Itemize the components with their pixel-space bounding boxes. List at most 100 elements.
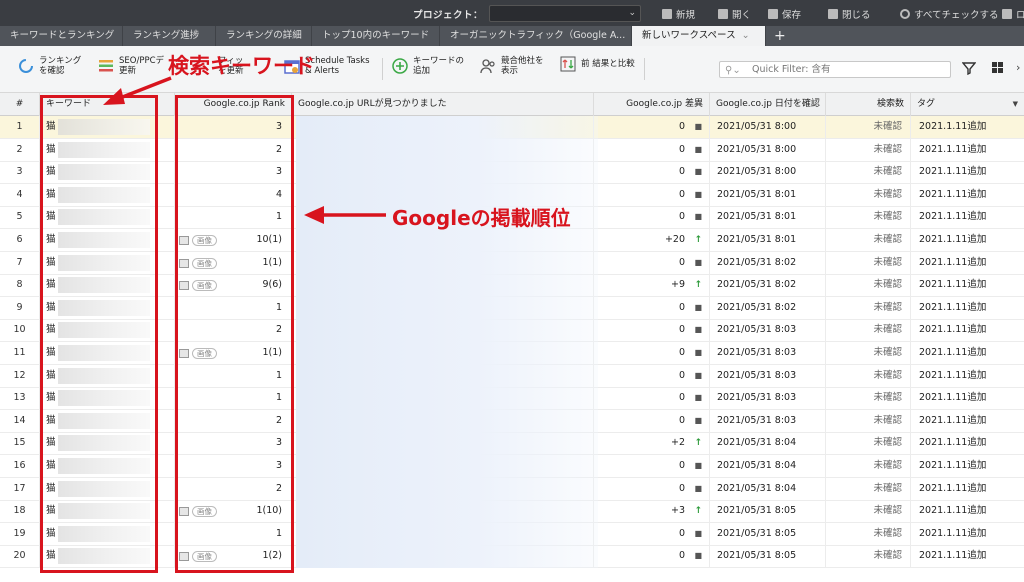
diff-cell[interactable]: 0 ■ [594,455,710,477]
volume-cell[interactable]: 未確認 [826,319,911,342]
tab-top10-keywords[interactable]: トップ10内のキーワード [312,26,440,46]
tag-cell[interactable]: 2021.1.11追加 [911,455,1024,477]
open-button[interactable]: 開く [718,7,751,21]
volume-cell[interactable]: 未確認 [826,296,911,319]
add-keyword-button[interactable]: キーワードの 追加 [392,56,464,76]
volume-cell[interactable]: 未確認 [826,409,911,432]
date-cell[interactable]: 2021/05/31 8:05 [710,545,826,568]
date-cell[interactable]: 2021/05/31 8:01 [710,183,826,206]
tag-cell[interactable]: 2021.1.11追加 [911,387,1024,409]
tag-cell[interactable]: 2021.1.11追加 [911,545,1024,567]
tab-new-workspace[interactable]: 新しいワークスペース ⌄ [632,26,766,46]
date-cell[interactable]: 2021/05/31 8:03 [710,364,826,387]
diff-cell[interactable]: 0 ■ [594,251,710,274]
volume-cell[interactable]: 未確認 [826,387,911,410]
volume-cell[interactable]: 未確認 [826,500,911,523]
diff-cell[interactable]: 0 ■ [594,161,710,184]
check-rankings-button[interactable]: ランキング を確認 [18,56,81,76]
volume-cell[interactable]: 未確認 [826,455,911,477]
date-cell[interactable]: 2021/05/31 8:00 [710,138,826,161]
tag-cell[interactable]: 2021.1.11追加 [911,500,1024,522]
volume-cell[interactable]: 未確認 [826,432,911,455]
tag-cell[interactable]: 2021.1.11追加 [911,319,1024,341]
date-cell[interactable]: 2021/05/31 8:01 [710,229,826,251]
tag-cell[interactable]: 2021.1.11追加 [911,184,1024,206]
tab-keywords-rankings[interactable]: キーワードとランキング [0,26,123,46]
col-url[interactable]: Google.co.jp URLが見つかりました [292,93,594,116]
diff-cell[interactable]: 0 ■ [594,545,710,568]
date-cell[interactable]: 2021/05/31 8:04 [710,455,826,477]
diff-cell[interactable]: 0 ■ [594,522,710,545]
date-cell[interactable]: 2021/05/31 8:04 [710,432,826,455]
save-button[interactable]: 保存 [768,7,801,21]
diff-cell[interactable]: 0 ■ [594,409,710,432]
tag-cell[interactable]: 2021.1.11追加 [911,432,1024,454]
tag-cell[interactable]: 2021.1.11追加 [911,478,1024,500]
tag-cell[interactable]: 2021.1.11追加 [911,252,1024,274]
tag-cell[interactable]: 2021.1.11追加 [911,229,1024,251]
grid-view-icon[interactable] [991,61,1004,78]
date-cell[interactable]: 2021/05/31 8:05 [710,522,826,545]
date-cell[interactable]: 2021/05/31 8:02 [710,296,826,319]
chevron-right-icon[interactable]: › [1016,61,1020,74]
date-cell[interactable]: 2021/05/31 8:00 [710,161,826,184]
add-tab-button[interactable]: + [768,26,792,46]
date-cell[interactable]: 2021/05/31 8:03 [710,409,826,432]
diff-cell[interactable]: 0 ■ [594,364,710,387]
date-cell[interactable]: 2021/05/31 8:00 [710,116,826,138]
date-cell[interactable]: 2021/05/31 8:05 [710,500,826,523]
tab-organic-traffic[interactable]: オーガニックトラフィック（Google A... [440,26,632,46]
project-select[interactable]: ⌄ [489,5,641,22]
tab-ranking-details[interactable]: ランキングの詳細 [216,26,312,46]
date-cell[interactable]: 2021/05/31 8:01 [710,206,826,229]
tag-cell[interactable]: 2021.1.11追加 [911,274,1024,296]
tag-cell[interactable]: 2021.1.11追加 [911,297,1024,319]
diff-cell[interactable]: 0 ■ [594,296,710,319]
diff-cell[interactable]: 0 ■ [594,342,710,364]
diff-cell[interactable]: 0 ■ [594,183,710,206]
col-volume[interactable]: 検索数 [826,93,911,116]
col-num[interactable]: # [0,93,40,116]
volume-cell[interactable]: 未確認 [826,274,911,297]
diff-cell[interactable]: 0 ■ [594,206,710,229]
tag-cell[interactable]: 2021.1.11追加 [911,342,1024,364]
tab-ranking-progress[interactable]: ランキング進捗 [123,26,216,46]
compare-button[interactable]: 前 結果と比較 [560,56,635,72]
diff-cell[interactable]: +3 ↑ [594,500,710,523]
tag-cell[interactable]: 2021.1.11追加 [911,410,1024,432]
diff-cell[interactable]: 0 ■ [594,319,710,342]
tag-cell[interactable]: 2021.1.11追加 [911,365,1024,387]
tag-cell[interactable]: 2021.1.11追加 [911,206,1024,228]
col-tag[interactable]: タグ ▼ [911,93,1024,116]
tag-cell[interactable]: 2021.1.11追加 [911,161,1024,183]
diff-cell[interactable]: 0 ■ [594,477,710,500]
filter-icon[interactable] [961,61,977,79]
volume-cell[interactable]: 未確認 [826,342,911,364]
date-cell[interactable]: 2021/05/31 8:04 [710,477,826,500]
diff-cell[interactable]: +20 ↑ [594,229,710,251]
volume-cell[interactable]: 未確認 [826,229,911,251]
volume-cell[interactable]: 未確認 [826,522,911,545]
volume-cell[interactable]: 未確認 [826,364,911,387]
diff-cell[interactable]: +9 ↑ [594,274,710,297]
volume-cell[interactable]: 未確認 [826,545,911,568]
tag-cell[interactable]: 2021.1.11追加 [911,116,1024,138]
volume-cell[interactable]: 未確認 [826,251,911,274]
tag-cell[interactable]: 2021.1.11追加 [911,139,1024,161]
volume-cell[interactable]: 未確認 [826,138,911,161]
volume-cell[interactable]: 未確認 [826,183,911,206]
quick-filter-input[interactable]: ⚲⌄ Quick Filter: 含有 [719,61,951,78]
date-cell[interactable]: 2021/05/31 8:02 [710,274,826,297]
diff-cell[interactable]: 0 ■ [594,138,710,161]
competitors-button[interactable]: 競合他社を 表示 [480,56,544,76]
check-all-button[interactable]: すべてチェックする [900,7,998,21]
tag-cell[interactable]: 2021.1.11追加 [911,523,1024,545]
new-button[interactable]: 新規 [662,7,695,21]
col-date[interactable]: Google.co.jp 日付を確認 [710,93,826,116]
diff-cell[interactable]: 0 ■ [594,116,710,138]
diff-cell[interactable]: +2 ↑ [594,432,710,455]
diff-cell[interactable]: 0 ■ [594,387,710,410]
volume-cell[interactable]: 未確認 [826,116,911,138]
date-cell[interactable]: 2021/05/31 8:03 [710,319,826,342]
date-cell[interactable]: 2021/05/31 8:02 [710,251,826,274]
